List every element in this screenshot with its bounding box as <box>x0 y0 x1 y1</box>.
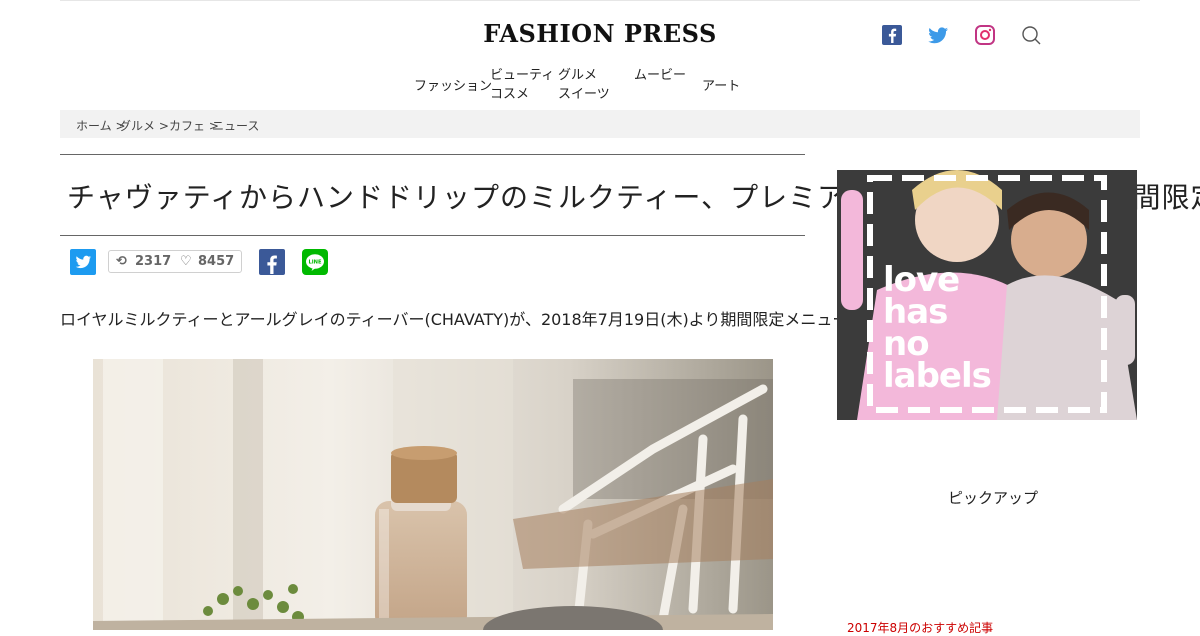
breadcrumb-item-news: ニュース <box>212 119 260 133</box>
nav-item-fashion[interactable]: ファッション <box>414 77 492 96</box>
facebook-share-button[interactable] <box>259 249 285 279</box>
heart-icon: ♡ <box>180 254 192 269</box>
article-photo <box>93 359 773 630</box>
line-icon: LINE <box>302 249 328 275</box>
retweet-icon: ⟲ <box>116 254 127 269</box>
nav-item-gourmet[interactable]: グルメ スイーツ <box>558 66 610 104</box>
share-counter: ⟲ 2317 ♡ 8457 <box>108 250 242 273</box>
twitter-icon <box>70 249 96 275</box>
nav-item-movie[interactable]: ムービー <box>634 66 686 85</box>
search-icon[interactable] <box>1020 24 1042 46</box>
twitter-icon[interactable] <box>927 24 949 46</box>
sidebar-ad[interactable]: love has no labels <box>837 170 1137 420</box>
title-top-rule <box>60 154 805 155</box>
line-share-button[interactable]: LINE <box>302 249 328 279</box>
sidebar-link[interactable]: 2017年8月のおすすめ記事 <box>847 619 993 636</box>
nav-item-art[interactable]: アート <box>702 77 740 96</box>
article-lede: ロイヤルミルクティーとアールグレイのティーバー(CHAVATY)が、2018年7… <box>60 310 913 329</box>
facebook-icon[interactable] <box>881 24 903 46</box>
facebook-icon <box>259 249 285 275</box>
svg-text:LINE: LINE <box>308 260 322 266</box>
twitter-share-button[interactable] <box>70 249 96 279</box>
retweet-count: 2317 <box>135 254 172 269</box>
sidebar-heading: ピックアップ <box>947 489 1038 507</box>
title-bottom-rule <box>60 235 805 236</box>
breadcrumb-item-gourmet[interactable]: グルメ > <box>119 117 169 134</box>
top-divider <box>60 0 1140 1</box>
like-count: 8457 <box>198 254 235 269</box>
nav-item-beauty[interactable]: ビューティ コスメ <box>490 66 554 104</box>
ad-text-line: labels <box>883 356 992 396</box>
instagram-icon[interactable] <box>974 24 996 46</box>
